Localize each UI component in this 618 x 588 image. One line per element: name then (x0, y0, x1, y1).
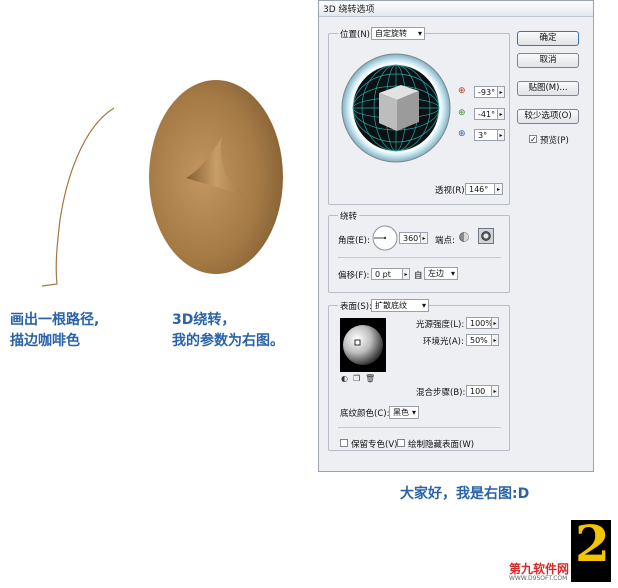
blend-steps-label: 混合步骤(B): (416, 388, 466, 398)
preview-checkbox[interactable]: ✓ (529, 135, 537, 144)
z-rotation-spin[interactable]: ▸ (497, 129, 505, 141)
dialog-title: 3D 绕转选项 (323, 5, 375, 15)
surface-dropdown[interactable]: 扩散底纹 ▾ (371, 299, 429, 312)
from-label: 自 (414, 271, 423, 281)
cube-preview (379, 85, 419, 131)
rotate-z-icon: ⊕ (458, 129, 466, 139)
preserve-spot-checkbox[interactable] (340, 439, 348, 447)
z-rotation-field[interactable]: 3° (474, 129, 498, 141)
fewer-options-button[interactable]: 较少选项(O) (517, 109, 579, 124)
rotate-x-icon: ⊕ (458, 86, 466, 96)
new-light-icon[interactable]: ❐ (353, 374, 360, 383)
rotate-caption: 3D绕转， 我的参数为右图。 (172, 310, 284, 352)
revolved-3d-shape (149, 80, 283, 274)
position-label: 位置(N): (338, 28, 375, 40)
offset-spin[interactable]: ▸ (402, 268, 410, 280)
light-intensity-label: 光源强度(L): (416, 320, 465, 330)
watermark-url: WWW.D9SOFT.COM (509, 575, 568, 582)
path-caption-line-1: 画出一根路径, (10, 312, 100, 328)
preview-label: 预览(P) (540, 136, 569, 146)
light-intensity-field[interactable]: 100% (466, 317, 493, 329)
offset-label: 偏移(F): (338, 271, 370, 281)
light-source-handle[interactable] (354, 339, 361, 346)
watermark-brand: 第九软件网 (509, 562, 570, 576)
angle-field[interactable]: 360° (399, 232, 422, 244)
draw-hidden-checkbox[interactable] (397, 439, 405, 447)
blend-steps-spin[interactable]: ▸ (491, 385, 499, 397)
revolve-group-label: 绕转 (338, 210, 360, 222)
light-intensity-spin[interactable]: ▸ (491, 317, 499, 329)
revolve-group (328, 215, 510, 293)
draw-hidden-label: 绘制隐藏表面(W) (408, 440, 475, 450)
from-dropdown-value: 左边 (428, 269, 444, 278)
rotate-caption-line-2: 我的参数为右图。 (172, 333, 284, 349)
preserve-spot-label: 保留专色(V) (351, 440, 398, 450)
position-dropdown[interactable]: 自定旋转 ▾ (371, 27, 425, 40)
revolve-separator (338, 257, 501, 258)
perspective-label: 透视(R): (435, 186, 468, 196)
dialog-titlebar[interactable]: 3D 绕转选项 (319, 1, 593, 17)
ambient-field[interactable]: 50% (466, 334, 492, 346)
angle-spin[interactable]: ▸ (420, 232, 428, 244)
angle-label: 角度(E): (338, 236, 370, 246)
path-caption-line-2: 描边咖啡色 (10, 333, 80, 349)
from-dropdown[interactable]: 左边 ▾ (424, 267, 458, 280)
cap-off-icon (481, 231, 491, 241)
x-rotation-field[interactable]: -93° (474, 86, 498, 98)
surface-label: 表面(S): (338, 300, 374, 312)
map-button[interactable]: 贴图(M)... (517, 81, 579, 96)
y-rotation-spin[interactable]: ▸ (497, 108, 505, 120)
chevron-down-icon: ▾ (450, 269, 455, 278)
check-mark-icon: ✓ (530, 135, 537, 144)
angle-dial[interactable] (372, 225, 398, 251)
blend-steps-field[interactable]: 100 (466, 385, 492, 397)
chevron-down-icon: ▾ (417, 29, 422, 38)
chevron-down-icon: ▾ (421, 301, 426, 310)
cap-label: 端点: (435, 236, 455, 246)
shading-color-value: 黑色 (393, 408, 409, 417)
cap-off-button[interactable] (478, 228, 494, 244)
3d-revolve-options-dialog: 3D 绕转选项 确定 取消 贴图(M)... 较少选项(O) ✓ 预览(P) 位… (318, 0, 594, 472)
y-rotation-field[interactable]: -41° (474, 108, 498, 120)
rotation-trackball[interactable] (341, 53, 451, 163)
path-caption: 画出一根路径, 描边咖啡色 (10, 310, 99, 352)
position-dropdown-value: 自定旋转 (375, 29, 407, 38)
x-rotation-spin[interactable]: ▸ (497, 86, 505, 98)
offset-field[interactable]: 0 pt (371, 268, 403, 280)
lighting-sphere-preview[interactable] (340, 318, 386, 372)
ambient-spin[interactable]: ▸ (491, 334, 499, 346)
shading-color-dropdown[interactable]: 黑色 ▾ (389, 406, 419, 419)
ambient-label: 环境光(A): (423, 337, 464, 347)
cap-on-icon[interactable] (458, 231, 470, 243)
perspective-field[interactable]: 146° (465, 183, 495, 195)
chevron-down-icon: ▾ (411, 408, 416, 417)
cancel-button[interactable]: 取消 (517, 53, 579, 68)
ok-button[interactable]: 确定 (517, 31, 579, 46)
surface-separator (338, 427, 501, 428)
surface-dropdown-value: 扩散底纹 (375, 301, 407, 310)
shading-color-label: 底纹颜色(C): (340, 409, 390, 419)
delete-light-icon[interactable]: 🗑 (365, 374, 375, 383)
perspective-spin[interactable]: ▸ (494, 183, 503, 195)
bottom-caption: 大家好，我是右图:D (400, 486, 530, 502)
rotate-y-icon: ⊕ (458, 108, 466, 118)
rotate-caption-line-1: 3D绕转， (172, 312, 236, 328)
path-stroke-illustration (41, 107, 115, 287)
light-move-back-icon[interactable]: ◐ (341, 374, 348, 383)
